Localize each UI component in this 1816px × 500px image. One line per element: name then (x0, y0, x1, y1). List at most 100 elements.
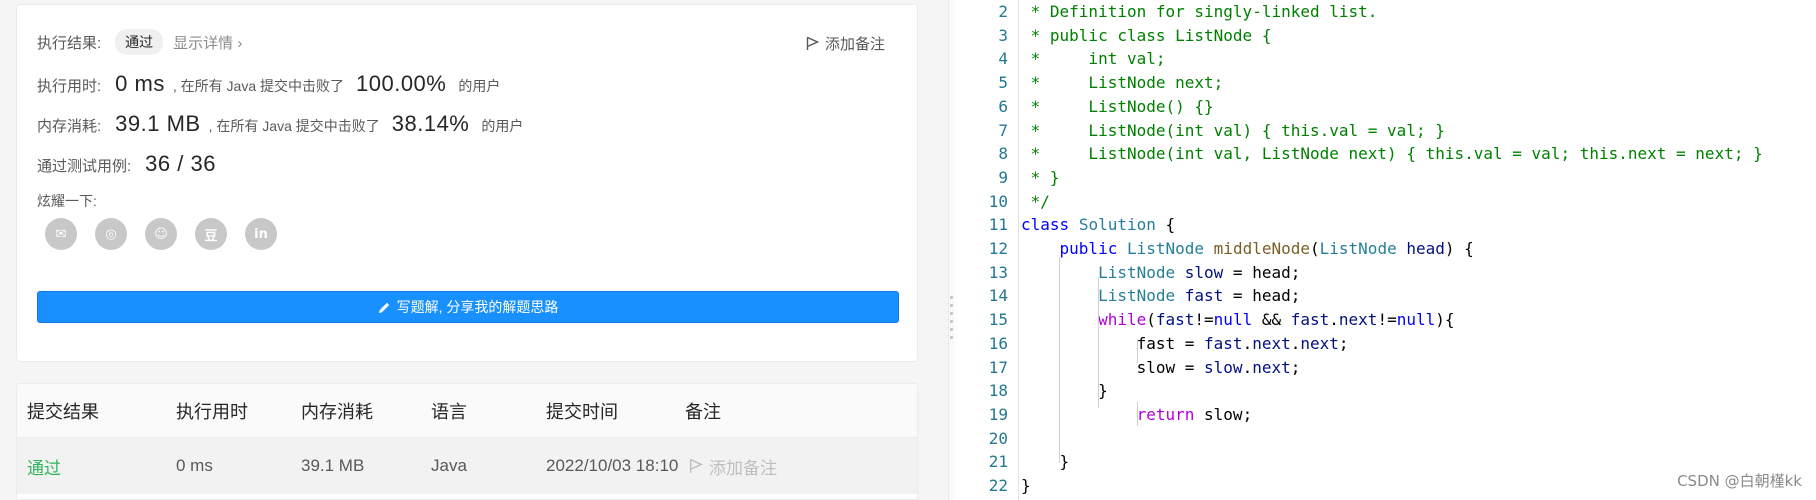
drag-handle-icon (950, 296, 953, 339)
write-solution-button[interactable]: 写题解, 分享我的解题思路 (37, 291, 899, 323)
header-note: 备注 (685, 401, 721, 422)
memory-users: 的用户 (481, 118, 524, 134)
line-number: 17 (988, 357, 1008, 377)
code-line[interactable]: } (1021, 452, 1070, 471)
table-row[interactable]: 通过 0 ms 39.1 MB Java 2022/10/03 18:10 添加… (17, 438, 917, 494)
indent-guide (1137, 339, 1138, 363)
line-number: 21 (988, 452, 1008, 472)
table-header: 提交结果 执行用时 内存消耗 语言 提交时间 备注 (17, 384, 917, 438)
line-number: 9 (998, 167, 1008, 187)
line-number: 5 (998, 73, 1008, 93)
memory-label: 内存消耗: (37, 118, 102, 135)
row-add-note-button[interactable]: 添加备注 (689, 438, 777, 494)
code-line[interactable]: * public class ListNode { (1021, 26, 1272, 45)
result-label: 执行结果: (37, 34, 102, 52)
runtime-label: 执行用时: (37, 78, 102, 95)
qq-icon[interactable]: ☺ (145, 218, 177, 250)
submission-panel: 执行结果: 通过 显示详情 › 添加备注 执行用时: 0 ms , 在所有 Ja… (0, 0, 948, 500)
add-note-label: 添加备注 (824, 36, 885, 53)
flag-icon (689, 458, 703, 473)
code-line[interactable]: class Solution { (1021, 215, 1175, 234)
submissions-table: 提交结果 执行用时 内存消耗 语言 提交时间 备注 通过 0 ms 39.1 M… (16, 383, 918, 500)
show-details-link[interactable]: 显示详情 › (173, 32, 242, 53)
linkedin-icon[interactable]: in (245, 218, 277, 250)
indent-guide (1137, 402, 1138, 426)
share-row: 炫耀一下: (37, 191, 97, 211)
code-line[interactable]: * ListNode next; (1021, 73, 1224, 92)
line-number: 18 (988, 381, 1008, 401)
line-number: 4 (998, 49, 1008, 69)
memory-percent: 38.14% (391, 111, 470, 136)
code-line[interactable]: * } (1021, 168, 1060, 187)
runtime-row: 执行用时: 0 ms , 在所有 Java 提交中击败了 100.00% 的用户 (37, 71, 500, 97)
line-number: 13 (988, 262, 1008, 282)
pencil-icon (378, 302, 389, 313)
row-language: Java (431, 456, 467, 475)
code-line[interactable]: slow = slow.next; (1021, 358, 1301, 377)
indent-guide (1098, 278, 1099, 408)
watermark: CSDN @白朝槿kk (1677, 472, 1802, 490)
code-editor[interactable]: 2 3 4 5 6 7 8 9 10 11 12 13 14 15 16 17 18 19 20 21 22 * Def… (956, 0, 1816, 500)
row-note-label: 添加备注 (709, 458, 777, 478)
line-number: 10 (988, 191, 1008, 211)
status-badge: 通过 (115, 29, 164, 55)
header-time: 提交时间 (546, 401, 618, 422)
testcases-label: 通过测试用例: (37, 158, 132, 175)
row-time: 2022/10/03 18:10 (546, 456, 679, 475)
code-line[interactable]: ListNode slow = head; (1021, 263, 1300, 282)
result-card: 执行结果: 通过 显示详情 › 添加备注 执行用时: 0 ms , 在所有 Ja… (16, 4, 918, 362)
line-number: 11 (988, 215, 1008, 235)
header-language: 语言 (431, 401, 467, 422)
line-number: 15 (988, 310, 1008, 330)
flag-icon (806, 36, 819, 50)
weibo-icon[interactable]: ◎ (95, 218, 127, 250)
row-runtime: 0 ms (176, 456, 213, 475)
memory-beat-text: , 在所有 Java 提交中击败了 (208, 118, 380, 134)
share-icons: ✉ ◎ ☺ 豆 in (45, 218, 277, 250)
line-number: 20 (988, 428, 1008, 448)
line-number: 19 (988, 404, 1008, 424)
gutter-divider (1018, 0, 1019, 500)
indent-guide (1059, 257, 1060, 463)
line-number: 14 (988, 286, 1008, 306)
code-line[interactable]: * Definition for singly-linked list. (1021, 2, 1378, 21)
code-line[interactable]: public ListNode middleNode(ListNode head… (1021, 239, 1474, 258)
line-number: 3 (998, 25, 1008, 45)
line-number: 12 (988, 239, 1008, 258)
code-line[interactable]: } (1021, 381, 1108, 400)
row-memory: 39.1 MB (301, 456, 365, 475)
share-label: 炫耀一下: (37, 193, 97, 209)
memory-value: 39.1 MB (115, 111, 201, 136)
line-number: 2 (998, 2, 1008, 21)
memory-row: 内存消耗: 39.1 MB , 在所有 Java 提交中击败了 38.14% 的… (37, 111, 523, 137)
douban-icon[interactable]: 豆 (195, 218, 227, 250)
code-line[interactable]: fast = fast.next.next; (1021, 334, 1349, 353)
code-line[interactable]: while(fast!=null && fast.next!=null){ (1021, 310, 1454, 329)
header-result: 提交结果 (27, 401, 99, 422)
code-line[interactable]: */ (1021, 192, 1050, 211)
testcases-value: 36 / 36 (145, 151, 216, 176)
code-line[interactable]: * ListNode() {} (1021, 97, 1214, 116)
code-line[interactable]: ListNode fast = head; (1021, 286, 1300, 305)
line-number: 22 (988, 476, 1008, 495)
runtime-beat-text: , 在所有 Java 提交中击败了 (172, 78, 344, 94)
runtime-users: 的用户 (458, 78, 501, 94)
line-number: 6 (998, 96, 1008, 116)
header-runtime: 执行用时 (176, 401, 248, 422)
result-row: 执行结果: 通过 显示详情 › (37, 29, 242, 55)
write-solution-label: 写题解, 分享我的解题思路 (396, 299, 559, 315)
runtime-value: 0 ms (115, 71, 165, 96)
runtime-percent: 100.00% (356, 71, 447, 96)
line-number: 7 (998, 120, 1008, 140)
row-result[interactable]: 通过 (27, 438, 61, 494)
line-number: 8 (998, 144, 1008, 164)
add-note-button[interactable]: 添加备注 (806, 33, 885, 54)
code-line[interactable]: } (1021, 476, 1031, 495)
code-line[interactable]: * int val; (1021, 49, 1166, 68)
panel-splitter[interactable] (948, 0, 955, 500)
wechat-icon[interactable]: ✉ (45, 218, 77, 250)
line-number: 16 (988, 333, 1008, 353)
testcases-row: 通过测试用例: 36 / 36 (37, 151, 216, 177)
code-line[interactable]: * ListNode(int val, ListNode next) { thi… (1021, 144, 1763, 163)
code-line[interactable]: * ListNode(int val) { this.val = val; } (1021, 121, 1445, 140)
